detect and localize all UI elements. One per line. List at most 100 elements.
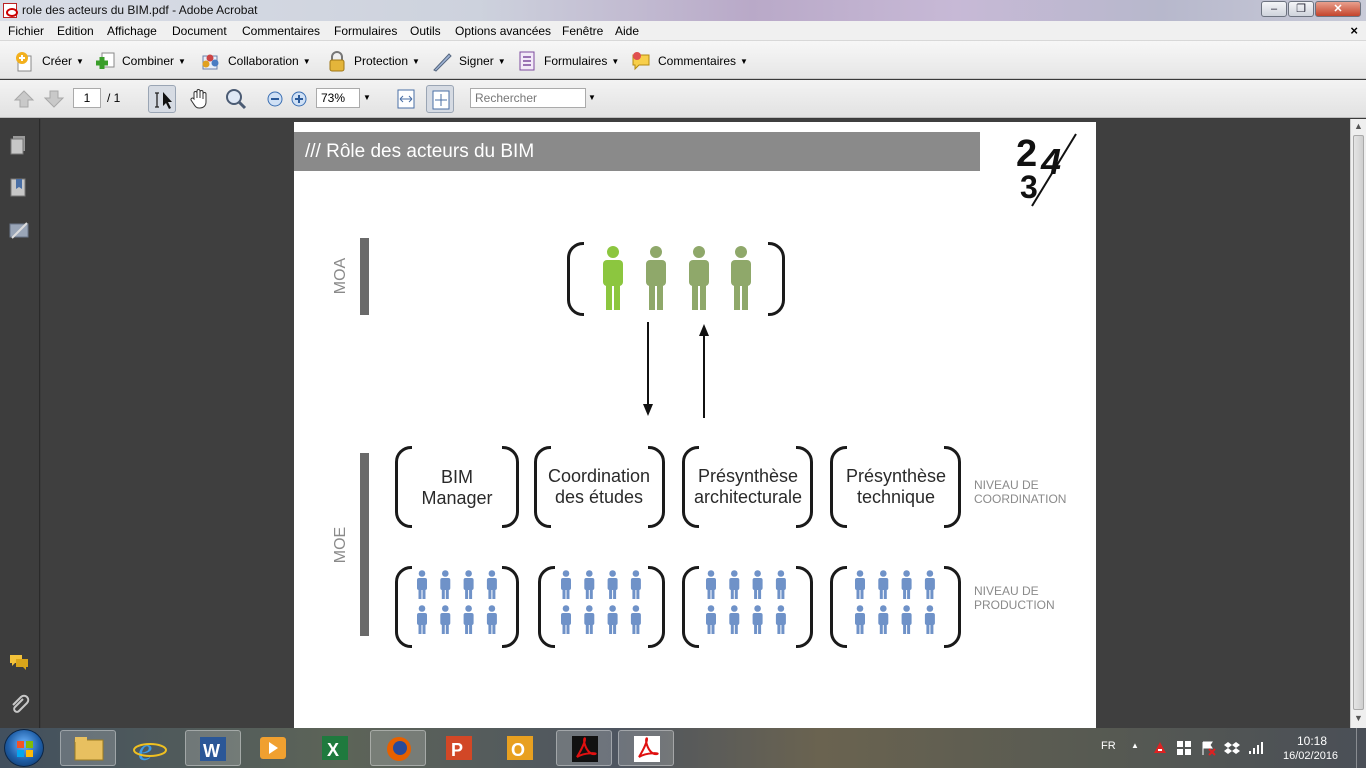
person-icon (584, 605, 595, 634)
cursor-icon (155, 92, 172, 109)
create-label: Créer (42, 54, 73, 68)
comments-panel-button[interactable] (8, 651, 30, 673)
menu-edition[interactable]: Edition (57, 24, 94, 38)
menu-document[interactable]: Document (172, 24, 227, 38)
person-icon (607, 570, 618, 599)
search-dropdown-icon[interactable]: ▼ (588, 93, 596, 102)
close-document-button[interactable]: × (1350, 23, 1358, 38)
network-signal-icon[interactable] (1248, 740, 1264, 756)
person-icon (855, 570, 865, 599)
forms-button[interactable]: Formulaires ▼ (516, 49, 619, 73)
menu-fichier[interactable]: Fichier (8, 24, 44, 38)
word-icon: W (200, 737, 226, 761)
title-bar: role des acteurs du BIM.pdf - Adobe Acro… (0, 0, 1366, 21)
zoom-level-input[interactable]: 73% (316, 88, 360, 108)
menu-affichage[interactable]: Affichage (107, 24, 157, 38)
powerpoint-icon: P (446, 736, 472, 760)
action-center-icon[interactable] (1200, 740, 1216, 756)
maximize-button[interactable]: ❐ (1288, 1, 1314, 17)
paperclip-icon (12, 694, 30, 713)
collaboration-button[interactable]: Collaboration ▼ (200, 49, 311, 73)
menu-fenetre[interactable]: Fenêtre (562, 24, 603, 38)
taskbar-excel[interactable]: X (308, 730, 364, 766)
zoom-dropdown-icon[interactable]: ▼ (363, 93, 371, 102)
person-icon (901, 605, 912, 634)
person-icon (630, 570, 641, 599)
page-number-input[interactable]: 1 (73, 88, 101, 108)
menu-options-avancees[interactable]: Options avancées (455, 24, 551, 38)
hand-icon (190, 89, 207, 109)
menu-formulaires[interactable]: Formulaires (334, 24, 397, 38)
taskbar-acrobat-reader[interactable] (618, 730, 674, 766)
person-icon (706, 605, 716, 634)
bookmarks-panel-button[interactable] (8, 176, 30, 198)
person-icon (440, 605, 451, 634)
taskbar-firefox[interactable] (370, 730, 426, 766)
taskbar-internet-explorer[interactable]: e (122, 730, 178, 767)
person-icon (729, 605, 740, 634)
fit-page-icon (432, 90, 450, 110)
comments-label: Commentaires (658, 54, 737, 68)
menu-aide[interactable]: Aide (615, 24, 639, 38)
taskbar-media-player[interactable] (246, 730, 302, 766)
protection-button[interactable]: Protection ▼ (326, 49, 420, 73)
firefox-icon (387, 737, 411, 761)
person-icon (417, 570, 427, 599)
create-button[interactable]: Créer ▼ (14, 49, 84, 73)
hand-tool-button[interactable] (186, 85, 214, 113)
pdf-page: /// Rôle des acteurs du BIM 2 4 3 MOA MO… (294, 122, 1096, 728)
windows-taskbar: e W X P O FR ▲ 10:18 16/02/2016 (0, 728, 1366, 768)
taskbar-explorer[interactable] (60, 730, 116, 766)
person-icon (584, 570, 595, 599)
start-button[interactable] (4, 729, 44, 767)
taskbar-acrobat[interactable] (556, 730, 612, 766)
scroll-thumb[interactable] (1353, 135, 1364, 710)
minimize-button[interactable]: – (1261, 1, 1287, 17)
zoom-in-button[interactable] (286, 85, 314, 113)
taskbar-outlook[interactable]: O (493, 730, 549, 766)
signature-icon (9, 222, 29, 239)
attachments-panel-button[interactable] (8, 693, 30, 715)
previous-page-button[interactable] (10, 85, 38, 113)
person-icon (706, 570, 716, 599)
scroll-up-icon[interactable]: ▲ (1354, 121, 1363, 131)
select-tool-button[interactable] (148, 85, 176, 113)
search-input[interactable]: Rechercher (470, 88, 586, 108)
acrobat-reader-icon (634, 736, 660, 762)
person-icon (729, 570, 740, 599)
fit-page-button[interactable] (426, 85, 454, 113)
language-indicator[interactable]: FR (1101, 740, 1116, 752)
zoom-tool-button[interactable] (222, 85, 250, 113)
person-icon (878, 570, 889, 599)
person-icon (924, 570, 935, 599)
collaboration-icon (200, 50, 222, 72)
media-player-icon (260, 737, 286, 759)
person-icon (630, 605, 641, 634)
clock-time[interactable]: 10:18 (1297, 734, 1327, 748)
sign-button[interactable]: Signer ▼ (431, 49, 506, 73)
vertical-scrollbar[interactable]: ▲ ▼ (1350, 119, 1366, 728)
clock-date[interactable]: 16/02/2016 (1283, 750, 1338, 762)
bookmark-icon (10, 178, 26, 197)
close-button[interactable]: ✕ (1315, 1, 1361, 17)
signatures-panel-button[interactable] (8, 219, 30, 241)
dropbox-icon[interactable] (1224, 740, 1240, 756)
show-hidden-icons-icon[interactable]: ▲ (1131, 741, 1139, 750)
taskbar-powerpoint[interactable]: P (432, 730, 488, 766)
scroll-down-icon[interactable]: ▼ (1354, 713, 1363, 723)
windows-flag-icon[interactable] (1176, 740, 1192, 756)
zoom-in-icon (291, 91, 307, 107)
show-desktop-button[interactable] (1356, 728, 1366, 768)
person-icon (855, 605, 865, 634)
comments-button[interactable]: Commentaires ▼ (630, 49, 748, 73)
combine-button[interactable]: Combiner ▼ (94, 49, 186, 73)
menu-outils[interactable]: Outils (410, 24, 441, 38)
taskbar-word[interactable]: W (185, 730, 241, 766)
person-icon (417, 605, 427, 634)
antivirus-icon[interactable] (1152, 740, 1168, 756)
menu-commentaires[interactable]: Commentaires (242, 24, 320, 38)
next-page-button[interactable] (40, 85, 68, 113)
production-persons (417, 570, 935, 634)
pages-panel-button[interactable] (8, 133, 30, 155)
fit-width-button[interactable] (392, 85, 420, 113)
